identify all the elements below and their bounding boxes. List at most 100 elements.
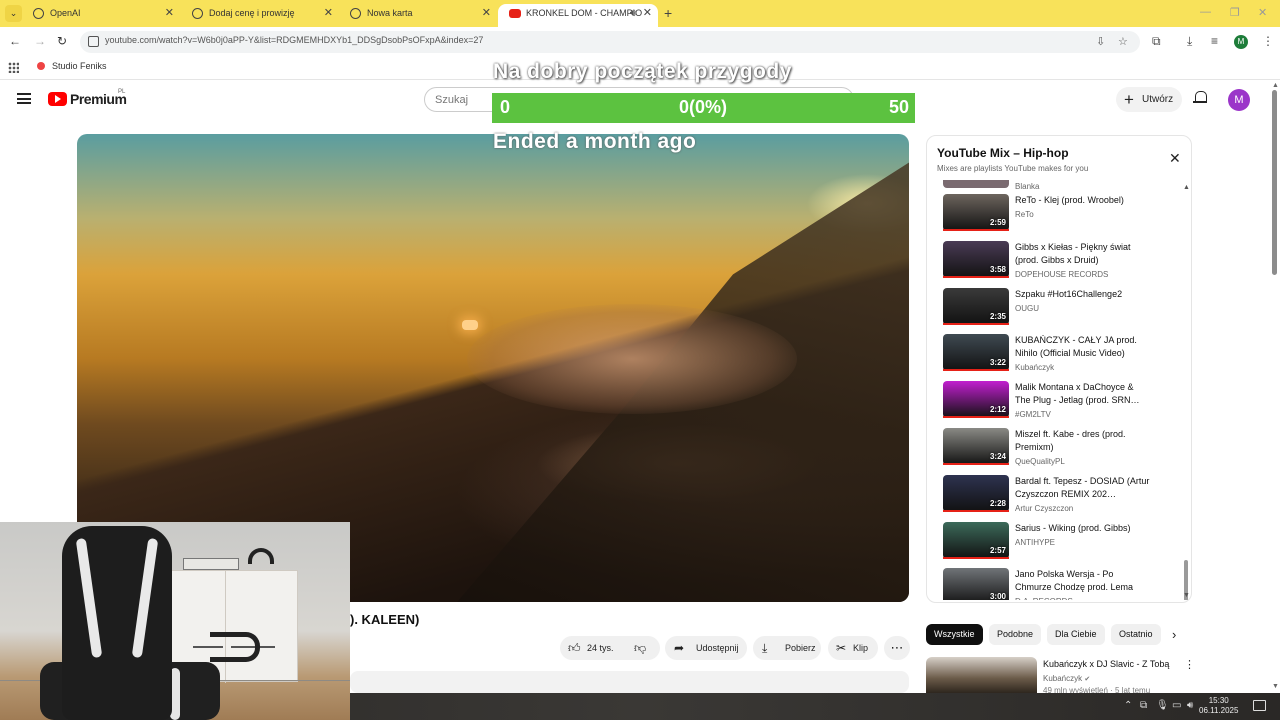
extensions-icon[interactable]: ⧉ [1152,34,1161,49]
mix-partial-thumbnail[interactable] [943,180,1009,188]
apps-grid-icon[interactable] [8,62,19,73]
new-tab-button[interactable]: + [664,5,672,21]
downloads-icon[interactable]: ⤓ [1187,34,1192,49]
tab-nowa-karta[interactable]: Nowa karta ✕ [339,4,497,27]
taskbar-clock[interactable]: 15:30 06.11.2025 [1199,696,1238,716]
mix-item-thumbnail[interactable]: 2:12 [943,381,1009,419]
mix-item-title[interactable]: KUBAŃCZYK - CAŁY JA prod. Nihilo (Offici… [1015,334,1150,360]
mix-item-thumbnail[interactable]: 2:35 [943,287,1009,325]
mix-item[interactable]: 2:12 Malik Montana x DaChoyce & The Plug … [943,381,1183,421]
mix-item-thumbnail[interactable]: 3:00 [943,568,1009,600]
page-scroll-down-icon[interactable]: ▼ [1272,683,1279,690]
page-scroll-up-icon[interactable]: ▲ [1272,82,1279,89]
close-tab-icon[interactable]: ✕ [482,4,491,23]
mix-item-title[interactable]: ReTo - Klej (prod. Wroobel) [1015,194,1150,207]
thumbs-up-icon[interactable]: 👍︎ [568,636,581,660]
overlay-bar-progress: 0(0%) [679,97,728,117]
filter-chip[interactable]: Wszystkie [926,624,983,645]
chevron-right-icon[interactable]: › [1172,627,1176,642]
site-info-icon[interactable] [88,36,99,47]
search-placeholder: Szukaj [435,94,469,106]
back-icon[interactable]: ← [9,34,21,48]
maximize-icon[interactable]: ❐ [1230,6,1240,19]
tab-dodaj-cene[interactable]: Dodaj cenę i prowizję ✕ [181,4,339,27]
description-box[interactable] [350,671,909,693]
mix-item-title[interactable]: Gibbs x Kiełas - Piękny świat (prod. Gib… [1015,241,1150,267]
notification-center-icon[interactable] [1253,700,1266,711]
mix-item[interactable]: 2:59 ReTo - Klej (prod. Wroobel) ReTo [943,194,1183,234]
mix-item-thumbnail[interactable]: 2:28 [943,474,1009,512]
youtube-logo-icon[interactable] [48,92,67,106]
mix-item-thumbnail[interactable]: 2:57 [943,521,1009,559]
mix-title: YouTube Mix – Hip-hop [937,146,1069,160]
tab-search-dropdown[interactable]: ⌄ [5,5,22,22]
mix-item-channel: Artur Czyszczon [1015,503,1074,513]
webcam-headphones [248,548,274,564]
network-icon[interactable]: ▭ [1172,700,1181,711]
mix-item-duration: 3:00 [989,592,1006,600]
scroll-up-icon[interactable]: ▲ [1183,184,1190,191]
avatar[interactable]: M [1228,89,1250,111]
tab-kronkel-dom[interactable]: KRONKEL DOM - CHAMPIO 🔊︎ ✕ [498,4,658,27]
volume-icon[interactable]: 🔊︎ [1187,700,1193,711]
mix-item-title[interactable]: Miszel ft. Kabe - dres (prod. Premixm) [1015,428,1150,454]
close-icon[interactable]: ✕ [1169,150,1181,167]
bookmark-star-icon[interactable]: ☆ [1118,35,1128,48]
mix-item-title[interactable]: Szpaku #Hot16Challenge2 [1015,288,1150,301]
mix-item[interactable]: 3:58 Gibbs x Kiełas - Piękny świat (prod.… [943,240,1183,281]
mix-item[interactable]: 3:24 Miszel ft. Kabe - dres (prod. Premix… [943,428,1183,468]
forward-icon[interactable]: → [34,34,46,48]
mix-item-thumbnail[interactable]: 3:22 [943,334,1009,372]
mix-item-duration: 2:59 [989,218,1006,227]
address-bar[interactable]: youtube.com/watch?v=W6b0j0aPP-Y&list=RDG… [80,31,1140,53]
mix-item[interactable]: 2:28 Bardal ft. Tepesz - DOSIAD (Artur Cz… [943,474,1183,515]
more-vertical-icon[interactable]: ⋮ [1184,658,1195,671]
mix-item-title[interactable]: Sarius - Wiking (prod. Gibbs) [1015,522,1150,535]
browser-menu-icon[interactable]: ⋮ [1262,34,1274,48]
browser-profile-avatar[interactable]: M [1234,35,1248,49]
reload-icon[interactable]: ↻ [57,34,67,48]
mix-item[interactable]: 3:00 Jano Polska Wersja - Po Chmurze Chod… [943,568,1183,600]
thumbs-down-icon[interactable]: 👎︎ [634,636,646,660]
scroll-down-icon[interactable]: ▼ [1183,592,1190,599]
bookmark-studio-feniks[interactable]: Studio Feniks [37,61,107,71]
close-tab-icon[interactable]: ✕ [643,4,652,23]
verified-check-icon: ✔︎ [1084,676,1091,683]
menu-hamburger-icon[interactable] [17,93,31,104]
recommended-channel[interactable]: Kubańczyk ✔︎ [1043,674,1090,683]
audio-playing-icon[interactable]: 🔊︎ [630,4,636,23]
microphone-icon[interactable]: 🎙︎ [1156,700,1169,711]
mix-item[interactable]: 3:22 KUBAŃCZYK - CAŁY JA prod. Nihilo (Of… [943,334,1183,374]
filter-chip[interactable]: Podobne [989,624,1042,645]
close-tab-icon[interactable]: ✕ [324,4,333,23]
page-scrollbar[interactable] [1272,90,1277,275]
mix-item-title[interactable]: Malik Montana x DaChoyce & The Plug - Je… [1015,381,1150,407]
filter-chip[interactable]: Ostatnio [1111,624,1161,645]
tray-chevron-up-icon[interactable]: ⌃ [1124,700,1132,711]
video-frame-car [462,320,478,330]
mix-item-title[interactable]: Bardal ft. Tepesz - DOSIAD (Artur Czyszc… [1015,475,1150,501]
share-button[interactable]: ➦ Udostępnij [665,636,747,660]
create-button[interactable]: + Utwórz [1116,87,1182,112]
mix-item-thumbnail[interactable]: 3:24 [943,428,1009,465]
close-window-icon[interactable]: ✕ [1258,6,1267,19]
recommended-thumbnail[interactable] [926,657,1037,693]
mix-item-thumbnail[interactable]: 3:58 [943,240,1009,278]
mix-item-thumbnail[interactable]: 2:59 [943,194,1009,231]
tab-openai[interactable]: OpenAI ✕ [22,4,180,27]
mix-item-title[interactable]: Jano Polska Wersja - Po Chmurze Chodzę p… [1015,568,1150,594]
notifications-bell-icon[interactable] [1193,91,1207,106]
media-controls-icon[interactable]: ≡ [1211,34,1218,48]
tray-app-icon[interactable]: ⧉ [1140,700,1147,711]
recommended-title[interactable]: Kubańczyk x DJ Slavic - Z Tobą [1043,659,1169,669]
more-actions-icon[interactable]: ⋯ [884,636,910,660]
download-button[interactable]: ⤓ Pobierz [753,636,821,660]
mix-item[interactable]: 2:35 Szpaku #Hot16Challenge2 OUGU [943,287,1183,328]
install-app-icon[interactable]: ⇩ [1096,35,1105,48]
mix-item[interactable]: 2:57 Sarius - Wiking (prod. Gibbs) ANTIHYP… [943,521,1183,562]
like-count[interactable]: 24 tys. [587,636,614,660]
filter-chip[interactable]: Dla Ciebie [1047,624,1105,645]
close-tab-icon[interactable]: ✕ [165,4,174,23]
clip-button[interactable]: ✂ Klip [828,636,878,660]
minimize-icon[interactable]: — [1200,6,1211,18]
